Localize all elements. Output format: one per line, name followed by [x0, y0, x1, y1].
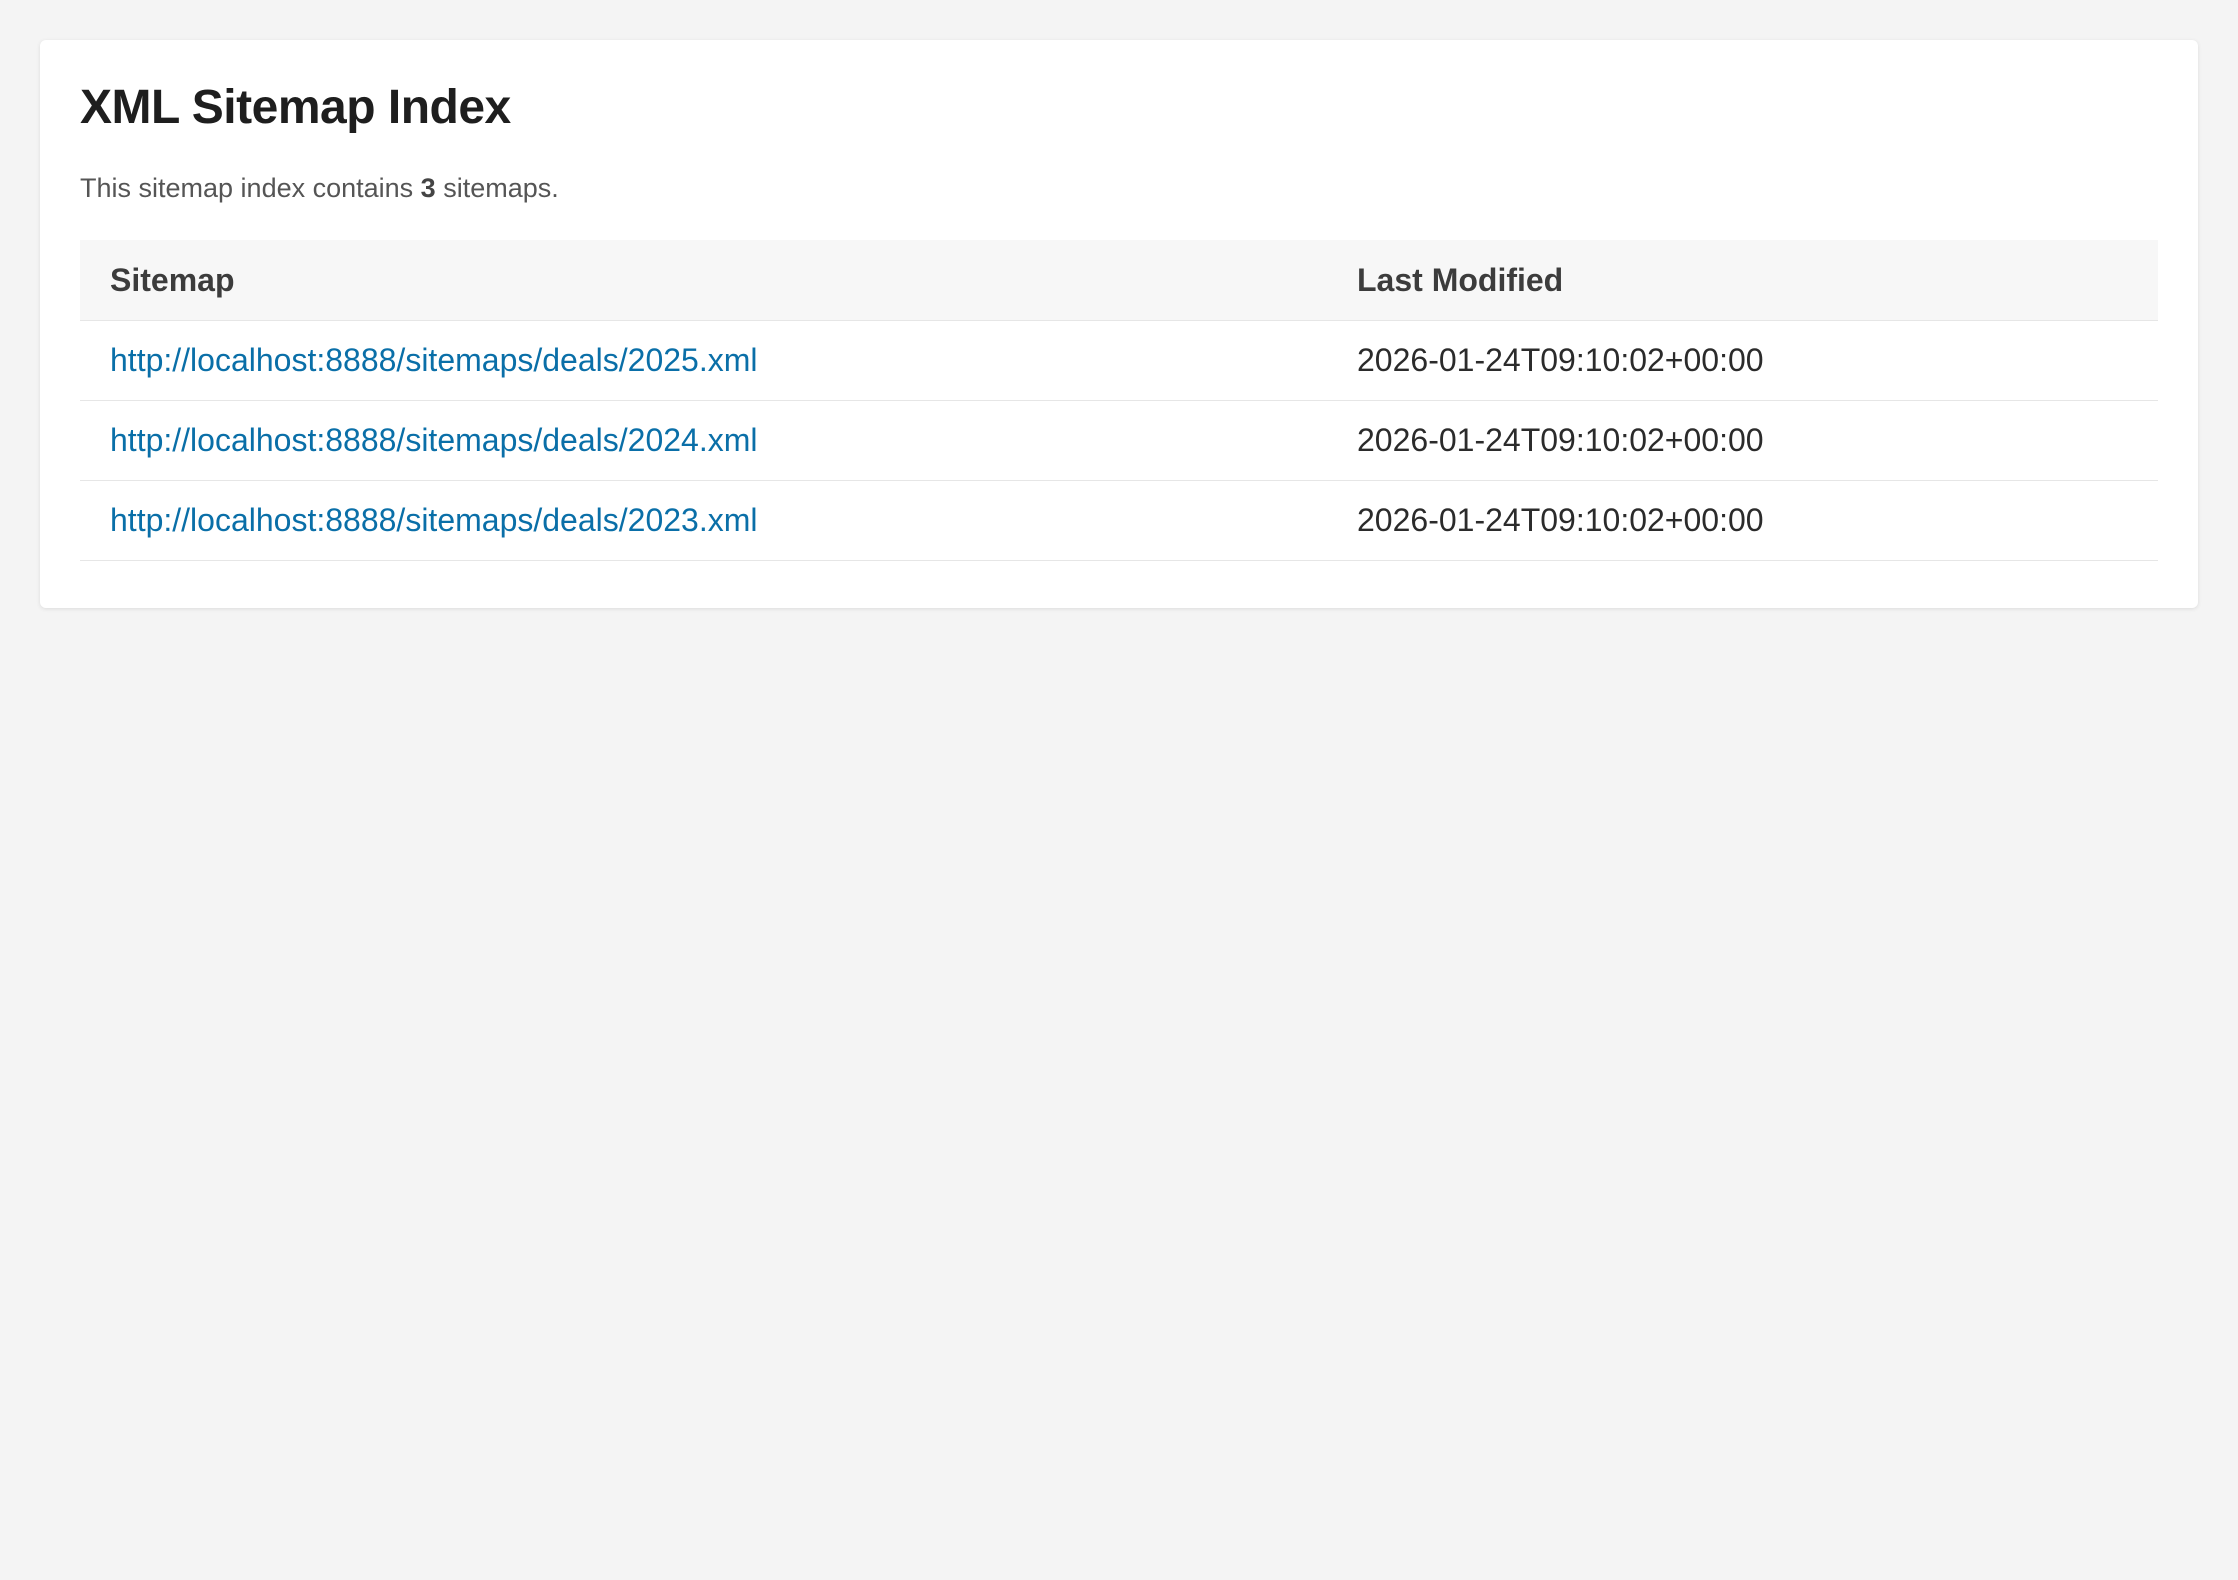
table-row: http://localhost:8888/sitemaps/deals/202…	[80, 320, 2158, 401]
summary-suffix: sitemaps.	[435, 173, 559, 203]
sitemap-link[interactable]: http://localhost:8888/sitemaps/deals/202…	[110, 502, 757, 538]
last-modified-cell: 2026-01-24T09:10:02+00:00	[1327, 400, 2158, 481]
sitemap-link[interactable]: http://localhost:8888/sitemaps/deals/202…	[110, 422, 757, 458]
sitemap-link[interactable]: http://localhost:8888/sitemaps/deals/202…	[110, 342, 757, 378]
last-modified-cell: 2026-01-24T09:10:02+00:00	[1327, 320, 2158, 401]
table-row: http://localhost:8888/sitemaps/deals/202…	[80, 480, 2158, 561]
summary-prefix: This sitemap index contains	[80, 173, 421, 203]
column-header-sitemap: Sitemap	[80, 240, 1327, 321]
table-row: http://localhost:8888/sitemaps/deals/202…	[80, 400, 2158, 481]
table-header-row: Sitemap Last Modified	[80, 240, 2158, 321]
column-header-last-modified: Last Modified	[1327, 240, 2158, 321]
page-title: XML Sitemap Index	[80, 81, 511, 134]
sitemaps-table: Sitemap Last Modified http://localhost:8…	[80, 240, 2158, 561]
sitemap-cell: http://localhost:8888/sitemaps/deals/202…	[80, 400, 1327, 481]
sitemap-index-card: XML Sitemap Index This sitemap index con…	[40, 40, 2198, 608]
sitemap-cell: http://localhost:8888/sitemaps/deals/202…	[80, 320, 1327, 401]
sitemap-summary: This sitemap index contains 3 sitemaps.	[80, 168, 2158, 208]
last-modified-cell: 2026-01-24T09:10:02+00:00	[1327, 480, 2158, 561]
sitemap-count: 3	[420, 173, 436, 203]
sitemap-cell: http://localhost:8888/sitemaps/deals/202…	[80, 480, 1327, 561]
